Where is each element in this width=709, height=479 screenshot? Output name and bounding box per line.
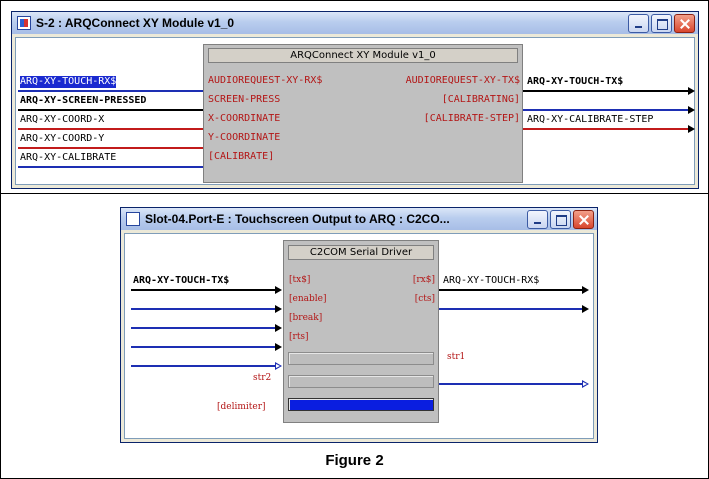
signal-wire	[18, 128, 203, 130]
arrow-right-icon	[275, 305, 282, 313]
hollow-arrow-right-icon	[582, 380, 589, 388]
window-titlebar[interactable]: Slot-04.Port-E : Touchscreen Output to A…	[121, 208, 597, 230]
signal-label[interactable]: ARQ-XY-TOUCH-TX$	[133, 275, 229, 287]
arrow-right-icon	[275, 343, 282, 351]
module-grid-icon	[17, 16, 31, 30]
section-divider	[0, 193, 709, 194]
signal-label[interactable]: ARQ-XY-CALIBRATE-STEP	[527, 114, 653, 126]
signal-wire	[18, 147, 203, 149]
arrow-right-icon	[275, 324, 282, 332]
signal-label[interactable]: ARQ-XY-CALIBRATE	[20, 152, 116, 164]
signal-label[interactable]: ARQ-XY-TOUCH-RX$	[443, 275, 539, 287]
signal-wire	[439, 383, 582, 385]
minimize-button[interactable]	[628, 13, 649, 33]
signal-wire	[131, 346, 275, 348]
figure-caption: Figure 2	[325, 452, 384, 469]
module-title: ARQConnect XY Module v1_0	[208, 48, 518, 63]
signal-wire	[523, 128, 688, 130]
signal-wire	[523, 90, 688, 92]
input-pin[interactable]: [CALIBRATE]	[208, 151, 274, 163]
window-titlebar[interactable]: S-2 : ARQConnect XY Module v1_0	[12, 12, 698, 34]
maximize-button[interactable]	[651, 13, 672, 33]
parameter-label: str2	[253, 373, 272, 383]
signal-wire	[131, 327, 275, 329]
signal-wire	[439, 289, 582, 291]
arrow-right-icon	[582, 286, 589, 294]
signal-label[interactable]: ARQ-XY-COORD-X	[20, 114, 104, 126]
input-pin[interactable]: SCREEN-PRESS	[208, 94, 280, 106]
signal-wire	[131, 365, 275, 367]
output-pin[interactable]: AUDIOREQUEST-XY-TX$	[406, 75, 520, 87]
output-pin[interactable]: [CALIBRATE-STEP]	[424, 113, 520, 125]
delimiter-label: [delimiter]	[217, 402, 266, 412]
signal-wire	[439, 308, 582, 310]
signal-wire	[131, 289, 275, 291]
parameter-label: str1	[447, 352, 466, 362]
close-button[interactable]	[573, 209, 594, 229]
maximize-button[interactable]	[550, 209, 571, 229]
c2com-module-block[interactable]: C2COM Serial Driver [tx$] [enable] [brea…	[283, 240, 439, 423]
signal-wire	[18, 90, 203, 92]
arqconnect-module-block[interactable]: ARQConnect XY Module v1_0 AUDIOREQUEST-X…	[203, 44, 523, 183]
input-pin[interactable]: [enable]	[289, 293, 326, 305]
arrow-right-icon	[582, 305, 589, 313]
signal-wire	[18, 166, 203, 168]
window-serial-driver: Slot-04.Port-E : Touchscreen Output to A…	[120, 207, 598, 443]
arrow-right-icon	[688, 87, 695, 95]
delimiter-parameter-field[interactable]	[288, 398, 434, 411]
window-arqconnect: S-2 : ARQConnect XY Module v1_0 ARQConne…	[11, 11, 699, 189]
signal-wire	[131, 308, 275, 310]
window-title: Slot-04.Port-E : Touchscreen Output to A…	[145, 212, 450, 226]
input-pin[interactable]: [break]	[289, 312, 322, 324]
program-canvas[interactable]: C2COM Serial Driver [tx$] [enable] [brea…	[124, 233, 594, 439]
signal-label[interactable]: ARQ-XY-COORD-Y	[20, 133, 104, 145]
signal-wire	[523, 109, 688, 111]
signal-wire	[18, 109, 203, 111]
output-pin[interactable]: [rx$]	[413, 274, 435, 286]
hollow-arrow-right-icon	[275, 362, 282, 370]
module-title: C2COM Serial Driver	[288, 245, 434, 260]
minimize-button[interactable]	[527, 209, 548, 229]
window-title: S-2 : ARQConnect XY Module v1_0	[36, 16, 235, 30]
output-pin[interactable]: [cts]	[415, 293, 435, 305]
input-pin[interactable]: [tx$]	[289, 274, 310, 286]
input-pin[interactable]: X-COORDINATE	[208, 113, 280, 125]
arrow-right-icon	[688, 106, 695, 114]
close-button[interactable]	[674, 13, 695, 33]
signal-label[interactable]: ARQ-XY-TOUCH-TX$	[527, 76, 623, 88]
arrow-right-icon	[688, 125, 695, 133]
parameter-field[interactable]	[288, 375, 434, 388]
input-pin[interactable]: Y-COORDINATE	[208, 132, 280, 144]
input-pin[interactable]: [rts]	[289, 331, 309, 343]
arrow-right-icon	[275, 286, 282, 294]
signal-label[interactable]: ARQ-XY-TOUCH-RX$	[20, 76, 117, 88]
output-pin[interactable]: [CALIBRATING]	[442, 94, 520, 106]
program-canvas[interactable]: ARQConnect XY Module v1_0 AUDIOREQUEST-X…	[15, 37, 695, 185]
window-icon	[126, 212, 140, 226]
input-pin[interactable]: AUDIOREQUEST-XY-RX$	[208, 75, 322, 87]
signal-label[interactable]: ARQ-XY-SCREEN-PRESSED	[20, 95, 146, 107]
parameter-field[interactable]	[288, 352, 434, 365]
